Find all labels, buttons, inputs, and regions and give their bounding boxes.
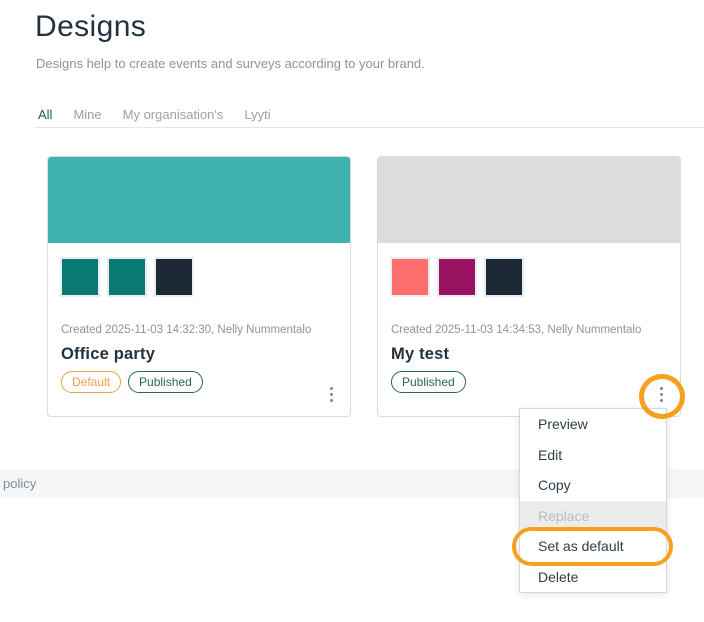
footer-policy-link[interactable]: policy [3,469,36,498]
tab-all-label: All [38,107,52,122]
page-subtitle: Designs help to create events and survey… [36,56,425,71]
menu-item-replace: Replace [520,501,666,532]
menu-item-copy[interactable]: Copy [520,470,666,501]
color-swatch [390,257,430,297]
card-context-menu: Preview Edit Copy Replace Set as default… [519,408,667,593]
kebab-menu-icon[interactable] [327,384,337,406]
tabs-divider [34,127,704,128]
badge-row: Default Published [61,371,203,393]
design-card-my-test[interactable]: Created 2025-11-03 14:34:53, Nelly Numme… [377,156,681,417]
menu-item-delete[interactable]: Delete [520,562,666,593]
tab-mine[interactable]: Mine [73,107,101,132]
published-badge: Published [128,371,203,393]
menu-item-set-as-default[interactable]: Set as default [520,531,666,562]
color-swatch [484,257,524,297]
kebab-menu-icon[interactable] [657,384,667,406]
color-swatch [60,257,100,297]
default-badge: Default [61,371,121,393]
design-name: Office party [61,345,155,364]
design-name: My test [391,345,449,364]
tab-lyyti-label: Lyyti [244,107,270,122]
created-timestamp: Created 2025-11-03 14:34:53, Nelly Numme… [391,324,641,336]
color-swatch [154,257,194,297]
color-swatch [437,257,477,297]
color-swatch-row [390,257,524,297]
menu-item-preview[interactable]: Preview [520,409,666,440]
badge-row: Published [391,371,466,393]
design-preview-banner [378,157,680,243]
tab-my-organisations-label: My organisation's [123,107,224,122]
menu-item-edit[interactable]: Edit [520,440,666,471]
tab-my-organisations[interactable]: My organisation's [123,107,224,132]
created-timestamp: Created 2025-11-03 14:32:30, Nelly Numme… [61,324,311,336]
published-badge: Published [391,371,466,393]
design-preview-banner [48,157,350,243]
color-swatch [107,257,147,297]
color-swatch-row [60,257,194,297]
page-title: Designs [35,10,146,44]
tab-lyyti[interactable]: Lyyti [244,107,270,132]
tabs-bar: All Mine My organisation's Lyyti [38,107,271,132]
tab-all[interactable]: All [38,107,52,132]
design-card-office-party[interactable]: Created 2025-11-03 14:32:30, Nelly Numme… [47,156,351,417]
tab-mine-label: Mine [73,107,101,122]
